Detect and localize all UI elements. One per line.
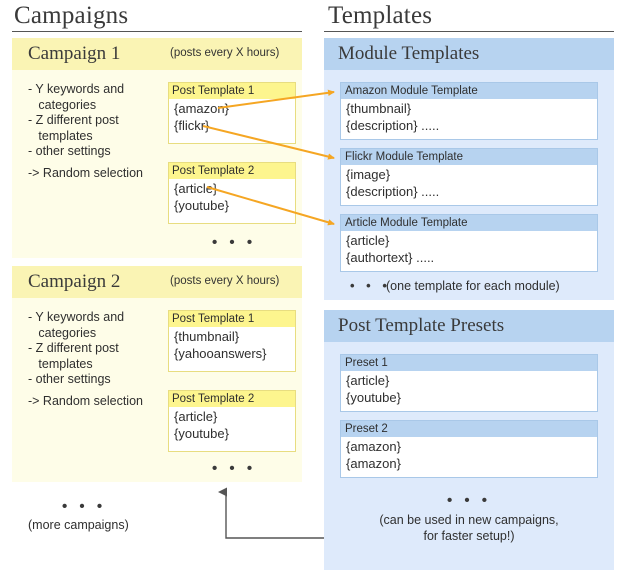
- preset-2-box[interactable]: Preset 2 {amazon} {amazon}: [340, 420, 598, 478]
- templates-title-rule: [324, 31, 614, 32]
- article-module-template-box[interactable]: Article Module Template {article} {autho…: [340, 214, 598, 272]
- campaign-2-post-template-1-body: {thumbnail} {yahooanswers}: [169, 327, 295, 362]
- token-line: {flickr}: [174, 118, 210, 133]
- more-campaigns-dots: • • •: [62, 498, 107, 515]
- campaign-1-bullet-other: - other settings: [28, 144, 111, 158]
- token-line: {youtube}: [174, 426, 229, 441]
- flickr-module-template-body: {image} {description} .....: [341, 165, 597, 200]
- campaign-1-post-template-2-body: {article} {youtube}: [169, 179, 295, 214]
- token-line: {yahooanswers}: [174, 346, 267, 361]
- campaign-1-post-template-1[interactable]: Post Template 1 {amazon} {flickr}: [168, 82, 296, 144]
- preset-1-box[interactable]: Preset 1 {article} {youtube}: [340, 354, 598, 412]
- campaign-2-bullet-templates: - Z different post templates: [28, 341, 119, 371]
- token-line: {article}: [346, 373, 390, 388]
- token-line: {youtube}: [174, 198, 229, 213]
- campaign-1-post-template-1-title: Post Template 1: [169, 83, 295, 99]
- flickr-module-template-title: Flickr Module Template: [341, 149, 597, 165]
- campaign-1-random-selection: -> Random selection: [28, 166, 143, 180]
- campaign-2-bullet-other: - other settings: [28, 372, 111, 386]
- campaign-1-bullet-templates: - Z different post templates: [28, 113, 119, 143]
- campaign-1-settings-list: - Y keywords and categories - Z differen…: [28, 82, 163, 160]
- module-templates-footer-dots: • • •: [350, 278, 391, 293]
- presets-footer-dots: • • •: [446, 492, 492, 509]
- campaign-1-post-template-2-title: Post Template 2: [169, 163, 295, 179]
- presets-footer-note-line-2: for faster setup!): [423, 529, 515, 543]
- campaign-2-post-template-2[interactable]: Post Template 2 {article} {youtube}: [168, 390, 296, 452]
- token-line: {description} .....: [346, 184, 440, 199]
- campaign-2-settings-list: - Y keywords and categories - Z differen…: [28, 310, 163, 388]
- module-templates-panel[interactable]: Module Templates Amazon Module Template …: [324, 38, 614, 300]
- token-line: {article}: [174, 409, 218, 424]
- arrow-presets-to-campaigns: [218, 487, 324, 539]
- campaign-1-more-templates-dots: • • •: [212, 234, 257, 251]
- more-campaigns-label: (more campaigns): [28, 518, 129, 532]
- post-template-presets-title: Post Template Presets: [338, 315, 505, 336]
- campaigns-column-title: Campaigns: [14, 2, 129, 29]
- campaign-2-more-templates-dots: • • •: [212, 460, 257, 477]
- token-line: {thumbnail}: [346, 101, 412, 116]
- preset-2-body: {amazon} {amazon}: [341, 437, 597, 472]
- amazon-module-template-box[interactable]: Amazon Module Template {thumbnail} {desc…: [340, 82, 598, 140]
- article-module-template-body: {article} {authortext} .....: [341, 231, 597, 266]
- campaigns-title-rule: [12, 31, 302, 32]
- token-line: {description} .....: [346, 118, 440, 133]
- campaign-panel-2[interactable]: Campaign 2 (posts every X hours) - Y key…: [12, 266, 302, 482]
- campaign-2-bullet-keywords: - Y keywords and categories: [28, 310, 125, 340]
- campaign-1-title: Campaign 1: [28, 43, 121, 64]
- campaign-2-post-template-1[interactable]: Post Template 1 {thumbnail} {yahooanswer…: [168, 310, 296, 372]
- token-line: {amazon}: [346, 456, 401, 471]
- token-line: {image}: [346, 167, 391, 182]
- campaign-panel-1[interactable]: Campaign 1 (posts every X hours) - Y key…: [12, 38, 302, 258]
- token-line: {article}: [174, 181, 218, 196]
- campaign-2-random-selection: -> Random selection: [28, 394, 143, 408]
- campaign-2-rate: (posts every X hours): [170, 275, 280, 287]
- preset-2-title: Preset 2: [341, 421, 597, 437]
- campaign-2-post-template-2-body: {article} {youtube}: [169, 407, 295, 442]
- templates-column-title: Templates: [328, 2, 433, 29]
- token-line: {authortext} .....: [346, 250, 435, 265]
- token-line: {amazon}: [346, 439, 401, 454]
- token-line: {article}: [346, 233, 390, 248]
- campaign-1-rate: (posts every X hours): [170, 47, 280, 59]
- article-module-template-title: Article Module Template: [341, 215, 597, 231]
- campaign-1-bullet-keywords: - Y keywords and categories: [28, 82, 125, 112]
- campaign-2-post-template-1-title: Post Template 1: [169, 311, 295, 327]
- campaign-2-title: Campaign 2: [28, 271, 121, 292]
- campaign-1-post-template-2[interactable]: Post Template 2 {article} {youtube}: [168, 162, 296, 224]
- flickr-module-template-box[interactable]: Flickr Module Template {image} {descript…: [340, 148, 598, 206]
- module-templates-title: Module Templates: [338, 43, 480, 64]
- campaign-1-post-template-1-body: {amazon} {flickr}: [169, 99, 295, 134]
- amazon-module-template-body: {thumbnail} {description} .....: [341, 99, 597, 134]
- campaign-2-post-template-2-title: Post Template 2: [169, 391, 295, 407]
- preset-1-body: {article} {youtube}: [341, 371, 597, 406]
- amazon-module-template-title: Amazon Module Template: [341, 83, 597, 99]
- module-templates-footer-note: (one template for each module): [386, 279, 560, 293]
- token-line: {youtube}: [346, 390, 401, 405]
- preset-1-title: Preset 1: [341, 355, 597, 371]
- diagram-canvas: Campaigns Templates Campaign 1 (posts ev…: [0, 0, 620, 582]
- post-template-presets-panel[interactable]: Post Template Presets Preset 1 {article}…: [324, 310, 614, 570]
- presets-footer-note-line-1: (can be used in new campaigns,: [379, 513, 559, 527]
- token-line: {amazon}: [174, 101, 229, 116]
- token-line: {thumbnail}: [174, 329, 240, 344]
